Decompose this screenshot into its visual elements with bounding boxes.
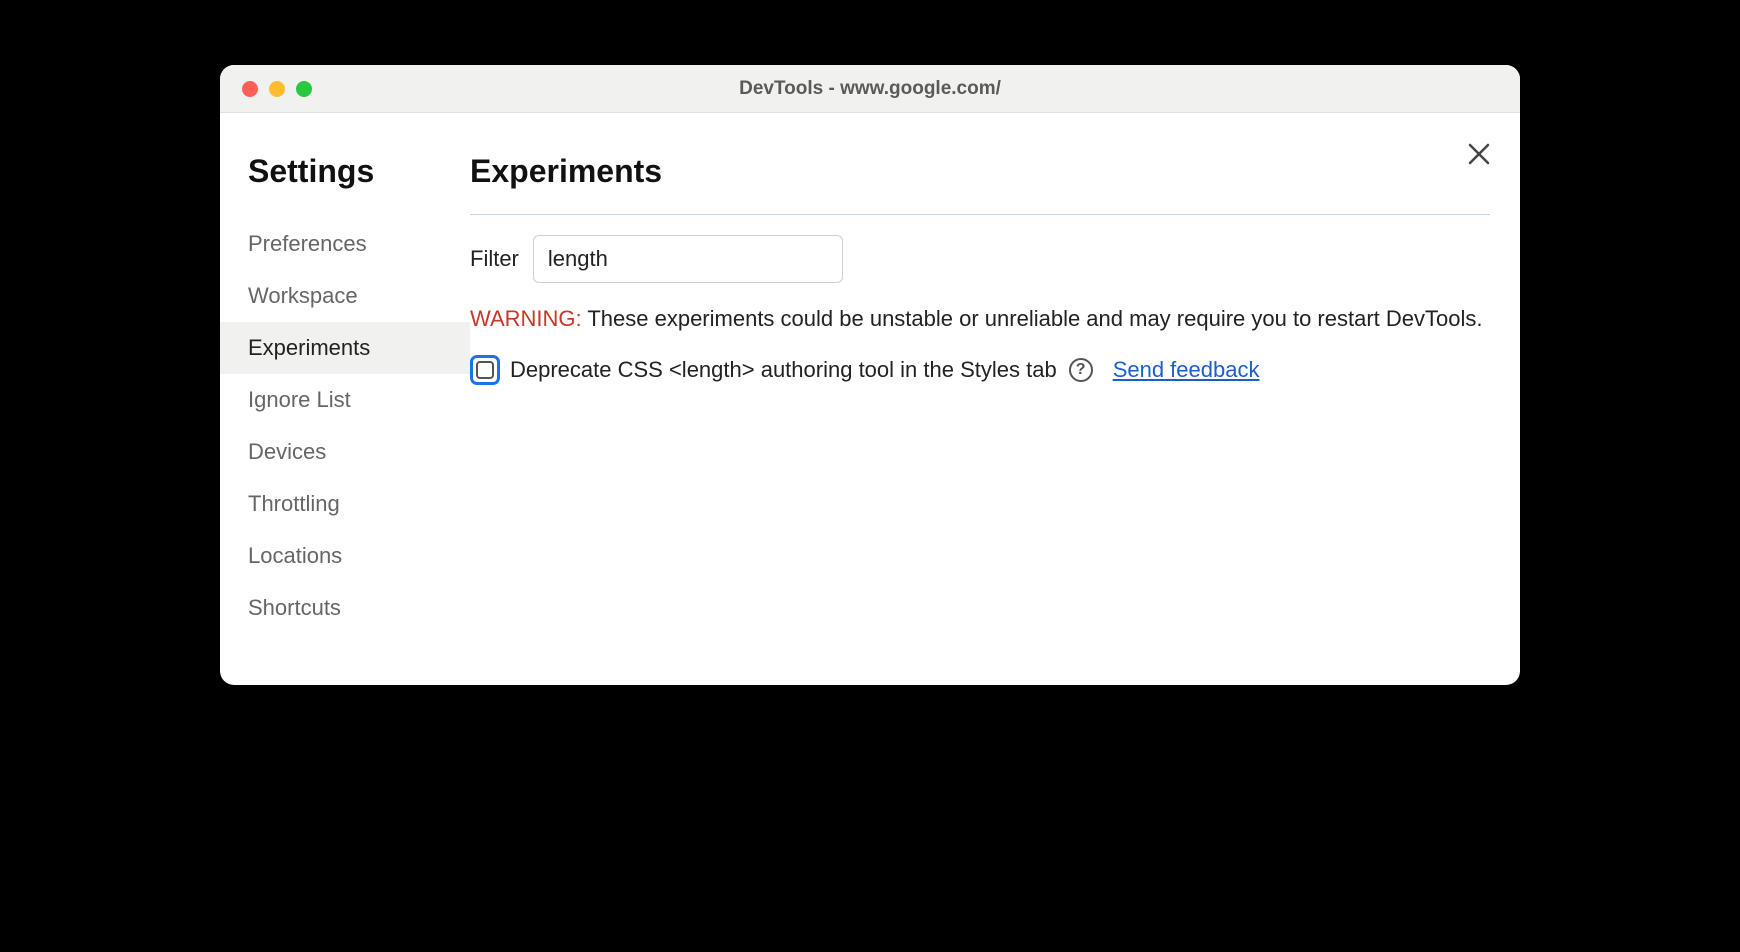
sidebar-item-experiments[interactable]: Experiments [220,322,470,374]
page-title: Experiments [470,153,1490,190]
warning-prefix: WARNING: [470,306,582,331]
window-close-button[interactable] [242,81,258,97]
experiment-row: Deprecate CSS <length> authoring tool in… [470,355,1490,385]
feedback-link[interactable]: Send feedback [1113,357,1260,383]
help-icon[interactable]: ? [1069,358,1093,382]
checkbox-inner [476,361,494,379]
divider [470,214,1490,215]
warning-body: These experiments could be unstable or u… [582,306,1483,331]
sidebar-item-shortcuts[interactable]: Shortcuts [220,582,470,634]
filter-input[interactable] [533,235,843,283]
warning-text: WARNING: These experiments could be unst… [470,303,1490,335]
sidebar-item-ignore-list[interactable]: Ignore List [220,374,470,426]
window-titlebar: DevTools - www.google.com/ [220,65,1520,113]
window-maximize-button[interactable] [296,81,312,97]
sidebar-item-workspace[interactable]: Workspace [220,270,470,322]
sidebar-title: Settings [220,153,470,190]
sidebar: Settings Preferences Workspace Experimen… [220,113,470,685]
traffic-lights [220,81,312,97]
sidebar-item-preferences[interactable]: Preferences [220,218,470,270]
experiment-label: Deprecate CSS <length> authoring tool in… [510,357,1057,383]
devtools-window: DevTools - www.google.com/ Settings Pref… [220,65,1520,685]
filter-label: Filter [470,246,519,272]
window-title: DevTools - www.google.com/ [220,78,1520,100]
sidebar-item-locations[interactable]: Locations [220,530,470,582]
experiment-checkbox[interactable] [470,355,500,385]
content-area: Settings Preferences Workspace Experimen… [220,113,1520,685]
filter-row: Filter [470,235,1490,283]
main-panel: Experiments Filter WARNING: These experi… [470,113,1520,685]
sidebar-item-devices[interactable]: Devices [220,426,470,478]
window-minimize-button[interactable] [269,81,285,97]
close-icon[interactable] [1468,141,1490,171]
sidebar-item-throttling[interactable]: Throttling [220,478,470,530]
